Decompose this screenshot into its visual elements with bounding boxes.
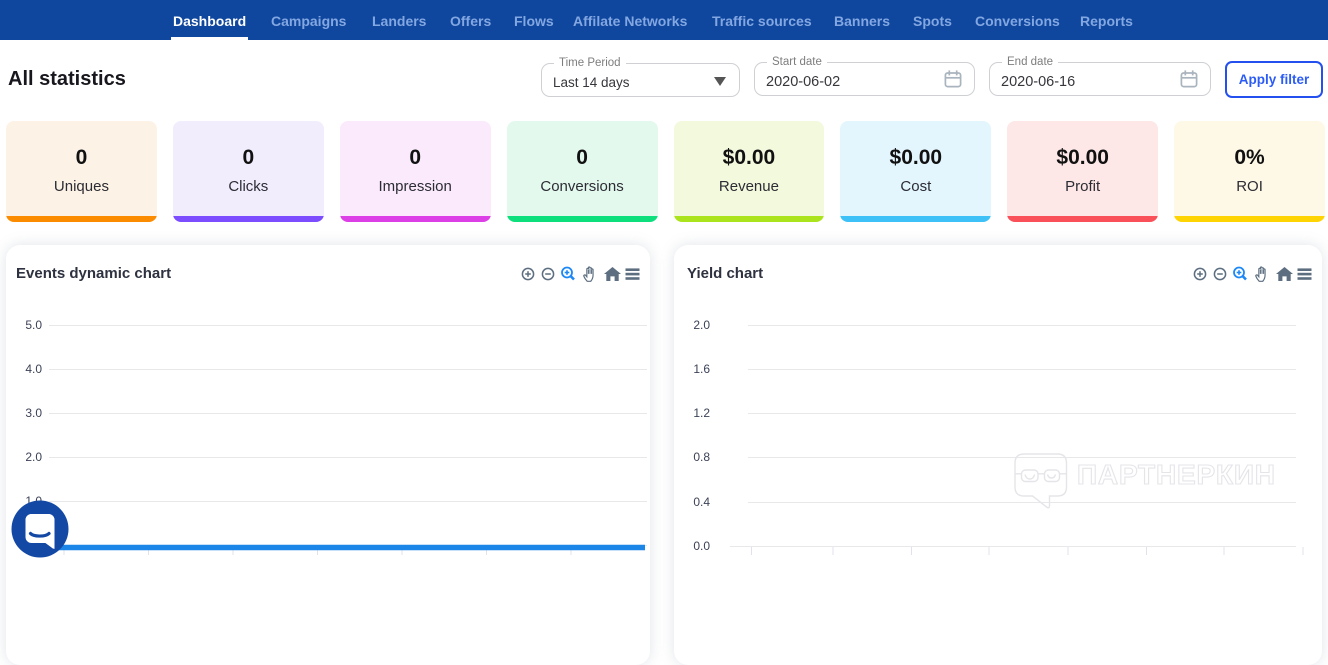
- svg-text:4.0: 4.0: [25, 362, 42, 376]
- svg-text:1.2: 1.2: [693, 406, 710, 420]
- svg-text:1.6: 1.6: [693, 362, 710, 376]
- svg-text:2.0: 2.0: [25, 450, 42, 464]
- svg-text:5.0: 5.0: [25, 318, 42, 332]
- svg-text:3.0: 3.0: [25, 406, 42, 420]
- svg-text:0.4: 0.4: [693, 495, 710, 509]
- svg-text:0.8: 0.8: [693, 450, 710, 464]
- svg-text:ПАРТНЕРКИН: ПАРТНЕРКИН: [1077, 459, 1276, 490]
- svg-text:0.0: 0.0: [693, 539, 710, 553]
- svg-text:2.0: 2.0: [693, 318, 710, 332]
